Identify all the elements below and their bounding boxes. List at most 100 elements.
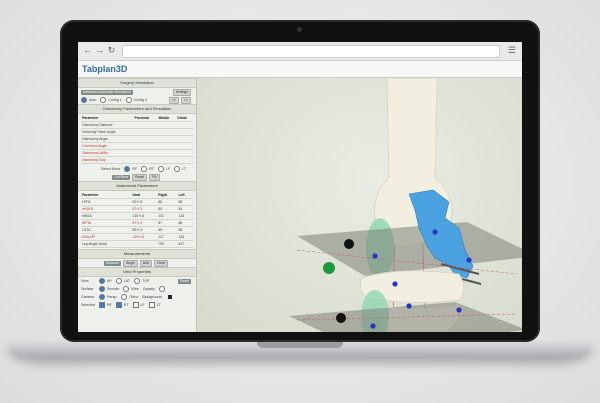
opacity-label: Opacity xyxy=(142,287,155,291)
angle-button[interactable]: Angle xyxy=(123,259,138,267)
knee-3d-scene[interactable] xyxy=(197,78,522,332)
left-value: 85 xyxy=(177,198,193,206)
surface-option: Wire xyxy=(131,287,139,291)
settings-button[interactable]: Settings xyxy=(172,88,191,96)
param-name: Osteotomy Width xyxy=(81,149,134,157)
select-bone-label: Select Bone xyxy=(101,167,121,171)
black-handle xyxy=(336,313,346,323)
right-value: 799 xyxy=(157,240,178,248)
table-row: MPTA 87+/-3 87 86 xyxy=(81,219,193,227)
table-row: ANA-HP 130+/-6 127 128 xyxy=(81,233,193,241)
landmark-point xyxy=(392,281,398,287)
bone-radio[interactable] xyxy=(124,166,131,172)
camera-label: Camera xyxy=(81,295,94,299)
table-row: Leg length (mm) 799 817 xyxy=(81,240,193,248)
param-name: mLDFA xyxy=(81,205,132,213)
right-value: 85 xyxy=(157,205,178,213)
measurements-section-title: Measurements xyxy=(78,249,196,259)
laptop-notch xyxy=(257,342,343,348)
selected-checkbox[interactable] xyxy=(132,302,139,308)
ideal-value: 89+/-3 xyxy=(131,226,158,234)
app-header: Tabplan3D xyxy=(78,61,522,78)
config1-radio[interactable] xyxy=(100,97,107,103)
param-name: Osteotomy Distance xyxy=(81,121,134,129)
landmark-point xyxy=(372,253,378,259)
landmark-point xyxy=(406,303,412,309)
view-reset-button[interactable]: Reset xyxy=(178,278,191,284)
selected-checkbox[interactable] xyxy=(148,302,155,308)
browser-toolbar: ← → ↻ ☰ xyxy=(78,42,522,61)
ideal-value: 130+/-6 xyxy=(131,212,158,220)
anatomical-section-title: Anatomical Parameters xyxy=(78,181,196,191)
view-option: TOP xyxy=(142,279,150,283)
view-option: AP xyxy=(107,279,112,283)
table-row: Deformity Plane Angle xyxy=(81,128,193,136)
background-label: Background xyxy=(142,295,162,299)
right-value: 89 xyxy=(157,226,178,234)
config1-label: Config 1 xyxy=(108,98,122,102)
bone-radio[interactable] xyxy=(174,166,181,172)
param-name: Leg length (mm) xyxy=(81,240,132,248)
left-value: 86 xyxy=(177,219,193,227)
laptop-lid: ← → ↻ ☰ Tabplan3D Surgery Simulation Adv… xyxy=(60,20,540,342)
distance-button[interactable]: Distance xyxy=(103,260,122,266)
add-button[interactable]: Add xyxy=(139,259,152,267)
surface-label: Surface xyxy=(81,287,94,291)
address-bar[interactable] xyxy=(122,45,500,58)
cut-bone-button[interactable]: Cut Bone xyxy=(112,174,131,180)
next-button[interactable]: >> xyxy=(181,96,191,104)
left-value: 84 xyxy=(177,205,193,213)
bone-radio[interactable] xyxy=(141,166,148,172)
laptop-screen: ← → ↻ ☰ Tabplan3D Surgery Simulation Adv… xyxy=(78,42,522,332)
camera-option: Persp. xyxy=(107,295,118,299)
view-label: View xyxy=(81,279,89,283)
back-icon[interactable]: ← xyxy=(82,45,93,56)
fix-button[interactable]: Fix xyxy=(149,173,160,181)
selected-option: LF xyxy=(140,303,145,307)
table-row: LDTA 89+/-3 89 88 xyxy=(81,226,193,234)
table-row: Osteotomy Angle xyxy=(81,135,193,143)
auto-radio[interactable] xyxy=(81,97,87,103)
reset-button[interactable]: Reset xyxy=(132,173,148,181)
reload-icon[interactable]: ↻ xyxy=(106,45,117,56)
landmark-point xyxy=(456,307,462,313)
view-radio[interactable] xyxy=(99,278,105,284)
background-color-swatch[interactable] xyxy=(167,295,172,299)
camera-radio[interactable] xyxy=(99,294,105,300)
selected-checkbox[interactable] xyxy=(115,302,122,308)
auto-simulation-button[interactable]: Advanced Automatic Simulation xyxy=(81,89,133,95)
param-name: Correction Angle xyxy=(81,142,134,150)
prev-button[interactable]: << xyxy=(169,96,180,104)
landmark-point xyxy=(432,229,438,235)
osteotomy-section-title: Osteotomy Parameters and Simulation xyxy=(78,104,196,114)
3d-viewport[interactable] xyxy=(197,78,522,332)
left-value: 128 xyxy=(177,233,193,241)
param-name: ANA-HP xyxy=(81,233,132,241)
table-row: MNSA 130+/-6 131 126 xyxy=(81,212,193,220)
camera-radio[interactable] xyxy=(121,294,128,300)
lower-osteotomy-plane xyxy=(289,302,522,332)
view-radio[interactable] xyxy=(134,278,141,284)
bone-option: RF xyxy=(132,167,138,171)
param-name: Deformity Plane Angle xyxy=(81,128,134,136)
surface-radio[interactable] xyxy=(123,286,130,292)
hamburger-icon[interactable]: ☰ xyxy=(508,45,516,56)
bone-radio[interactable] xyxy=(157,166,164,172)
param-name: LDTA xyxy=(81,226,132,234)
selected-option: LT xyxy=(156,303,161,307)
surface-radio[interactable] xyxy=(99,286,105,292)
green-handle xyxy=(323,262,335,274)
view-section-title: View Properties xyxy=(78,267,196,277)
forward-icon[interactable]: → xyxy=(94,45,105,56)
clear-button[interactable]: Clear xyxy=(153,259,169,267)
selected-checkbox[interactable] xyxy=(99,302,105,308)
right-value: 88 xyxy=(157,198,178,206)
ideal-value: 87+/-3 xyxy=(131,219,158,227)
surface-option: Smooth xyxy=(107,287,120,291)
view-radio[interactable] xyxy=(115,278,122,284)
config2-radio[interactable] xyxy=(125,97,132,103)
selected-option: RT xyxy=(123,303,129,307)
param-name: Osteotomy Angle xyxy=(81,135,134,143)
camera-icon xyxy=(297,27,302,32)
opacity-toggle[interactable] xyxy=(158,286,165,292)
